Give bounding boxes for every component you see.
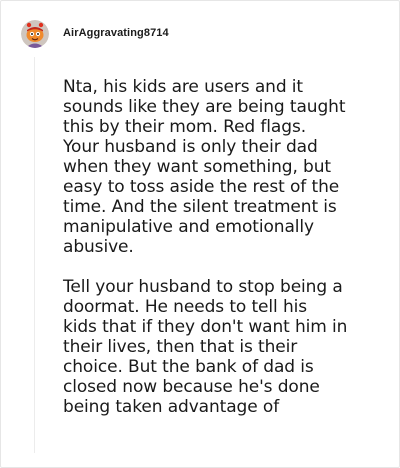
- comment-card: AirAggravating8714 Nta, his kids are use…: [0, 0, 400, 468]
- comment-paragraph: Nta, his kids are users and it sounds li…: [63, 77, 346, 257]
- comment-body: Nta, his kids are users and it sounds li…: [63, 77, 393, 437]
- username-link[interactable]: AirAggravating8714: [63, 27, 169, 39]
- user-avatar[interactable]: [21, 20, 49, 48]
- comment-header: AirAggravating8714: [21, 18, 169, 50]
- thread-line[interactable]: [34, 57, 35, 453]
- comment-paragraph: Tell your husband to stop being a doorma…: [63, 277, 348, 417]
- snoo-avatar-icon: [21, 20, 49, 48]
